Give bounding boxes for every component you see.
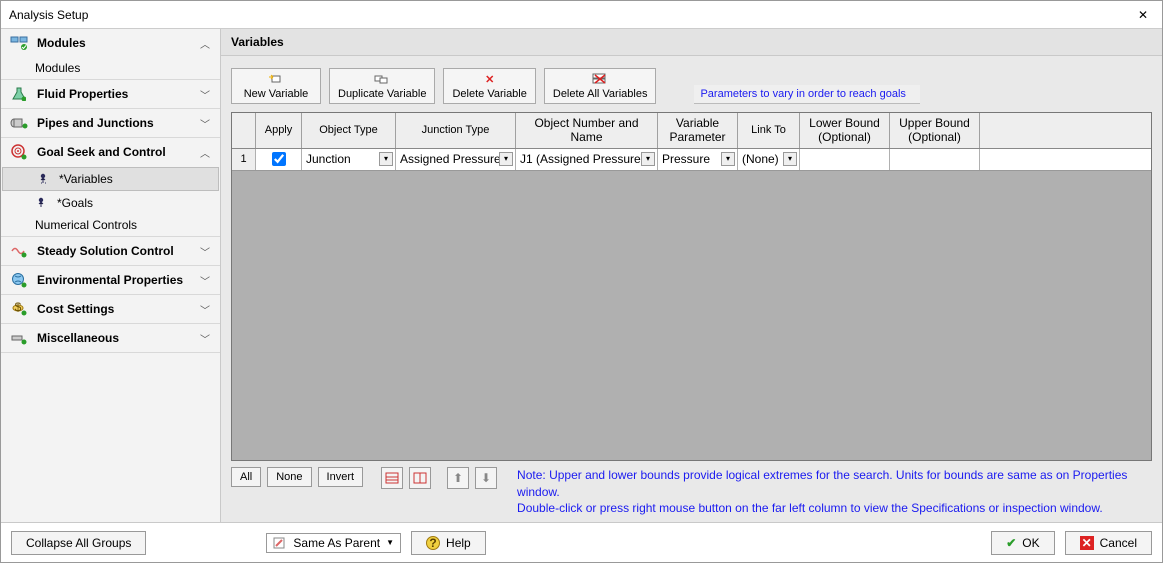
col-num (232, 113, 256, 148)
chevron-up-icon: ︿ (200, 36, 212, 51)
move-up-button[interactable]: ⬆ (447, 467, 469, 489)
dropdown-icon: ▼ (386, 538, 394, 547)
target-icon (9, 144, 29, 160)
cell-upper-bound[interactable] (890, 149, 980, 170)
titlebar: Analysis Setup ✕ (1, 1, 1162, 29)
footer: Collapse All Groups Same As Parent ▼ ? H… (1, 522, 1162, 562)
sidebar-section-fluid[interactable]: Fluid Properties ﹀ (1, 80, 220, 108)
delete-variable-button[interactable]: ✕ Delete Variable (443, 68, 535, 104)
col-upper-bound[interactable]: Upper Bound (Optional) (890, 113, 980, 148)
grid-view1-button[interactable] (381, 467, 403, 489)
cancel-icon: ✕ (1080, 536, 1094, 550)
variable-icon (37, 172, 53, 186)
dropdown-icon[interactable]: ▾ (721, 152, 735, 166)
sidebar-item-variables[interactable]: *Variables (2, 167, 219, 191)
dropdown-icon[interactable]: ▾ (499, 152, 513, 166)
delete-icon: ✕ (485, 72, 494, 86)
sidebar-section-modules[interactable]: Modules ︿ (1, 29, 220, 57)
dropdown-icon[interactable]: ▾ (783, 152, 797, 166)
sidebar-item-modules-child[interactable]: Modules (1, 57, 220, 79)
svg-text:$: $ (15, 302, 22, 314)
pipe-icon (9, 115, 29, 131)
chevron-down-icon: ﹀ (200, 331, 212, 346)
col-variable-parameter[interactable]: Variable Parameter (658, 113, 738, 148)
collapse-all-button[interactable]: Collapse All Groups (11, 531, 146, 555)
ok-button[interactable]: ✔ OK (991, 531, 1054, 555)
note-text: Note: Upper and lower bounds provide log… (517, 467, 1152, 516)
chevron-down-icon: ﹀ (200, 302, 212, 317)
globe-icon (9, 272, 29, 288)
duplicate-variable-button[interactable]: Duplicate Variable (329, 68, 435, 104)
parameters-caption: Parameters to vary in order to reach goa… (694, 85, 919, 104)
sidebar-section-env[interactable]: Environmental Properties ﹀ (1, 266, 220, 294)
sidebar-item-goals[interactable]: *Goals (1, 192, 220, 214)
sidebar-section-pipes[interactable]: Pipes and Junctions ﹀ (1, 109, 220, 137)
variables-grid: Apply Object Type Junction Type Object N… (231, 112, 1152, 461)
col-apply[interactable]: Apply (256, 113, 302, 148)
goal-icon (35, 196, 51, 210)
steady-icon (9, 243, 29, 259)
apply-checkbox[interactable] (272, 152, 286, 166)
delete-all-icon (592, 72, 608, 86)
help-button[interactable]: ? Help (411, 531, 486, 555)
cell-junction-type[interactable]: Assigned Pressure▾ (396, 149, 516, 170)
table-row[interactable]: 1 Junction▾ Assigned Pressure▾ J1 (Assig… (232, 149, 1151, 171)
col-junction-type[interactable]: Junction Type (396, 113, 516, 148)
sidebar-section-misc[interactable]: Miscellaneous ﹀ (1, 324, 220, 352)
invert-button[interactable]: Invert (318, 467, 364, 487)
misc-icon (9, 330, 29, 346)
window-title: Analysis Setup (9, 1, 88, 29)
sidebar-item-numerical[interactable]: Numerical Controls (1, 214, 220, 236)
grid-view2-button[interactable] (409, 467, 431, 489)
col-object-number[interactable]: Object Number and Name (516, 113, 658, 148)
edit-icon (273, 537, 287, 549)
check-icon: ✔ (1006, 536, 1016, 550)
delete-all-variables-button[interactable]: Delete All Variables (544, 68, 657, 104)
flask-icon (9, 86, 29, 102)
duplicate-icon (374, 72, 390, 86)
sidebar-section-steady[interactable]: Steady Solution Control ﹀ (1, 237, 220, 265)
chevron-down-icon: ﹀ (200, 273, 212, 288)
chevron-down-icon: ﹀ (200, 87, 212, 102)
dropdown-icon[interactable]: ▾ (379, 152, 393, 166)
new-variable-button[interactable]: New Variable (231, 68, 321, 104)
row-number[interactable]: 1 (232, 149, 256, 170)
chevron-down-icon: ﹀ (200, 116, 212, 131)
select-all-button[interactable]: All (231, 467, 261, 487)
cost-icon: $ (9, 301, 29, 317)
move-down-button[interactable]: ⬇ (475, 467, 497, 489)
chevron-up-icon: ︿ (200, 145, 212, 160)
cell-apply[interactable] (256, 149, 302, 170)
cell-object-number[interactable]: J1 (Assigned Pressure)▾ (516, 149, 658, 170)
panel-title: Variables (221, 29, 1162, 56)
cell-lower-bound[interactable] (800, 149, 890, 170)
cell-link-to[interactable]: (None)▾ (738, 149, 800, 170)
col-link-to[interactable]: Link To (738, 113, 800, 148)
dropdown-icon[interactable]: ▾ (641, 152, 655, 166)
module-icon (9, 35, 29, 51)
cancel-button[interactable]: ✕ Cancel (1065, 531, 1152, 555)
chevron-down-icon: ﹀ (200, 244, 212, 259)
col-lower-bound[interactable]: Lower Bound (Optional) (800, 113, 890, 148)
cell-variable-parameter[interactable]: Pressure▾ (658, 149, 738, 170)
new-icon (269, 72, 283, 86)
same-as-parent-combo[interactable]: Same As Parent ▼ (266, 533, 401, 553)
close-icon[interactable]: ✕ (1132, 1, 1154, 29)
under-grid-controls: All None Invert ⬆ ⬇ Note: Upper and lowe… (221, 461, 1162, 522)
sidebar-section-cost[interactable]: $ Cost Settings ﹀ (1, 295, 220, 323)
col-object-type[interactable]: Object Type (302, 113, 396, 148)
sidebar: Modules ︿ Modules Fluid Properties ﹀ P (1, 29, 221, 522)
cell-object-type[interactable]: Junction▾ (302, 149, 396, 170)
sidebar-section-goalseek[interactable]: Goal Seek and Control ︿ (1, 138, 220, 166)
select-none-button[interactable]: None (267, 467, 311, 487)
toolbar: New Variable Duplicate Variable ✕ Delete… (221, 56, 1162, 112)
help-icon: ? (426, 536, 440, 550)
